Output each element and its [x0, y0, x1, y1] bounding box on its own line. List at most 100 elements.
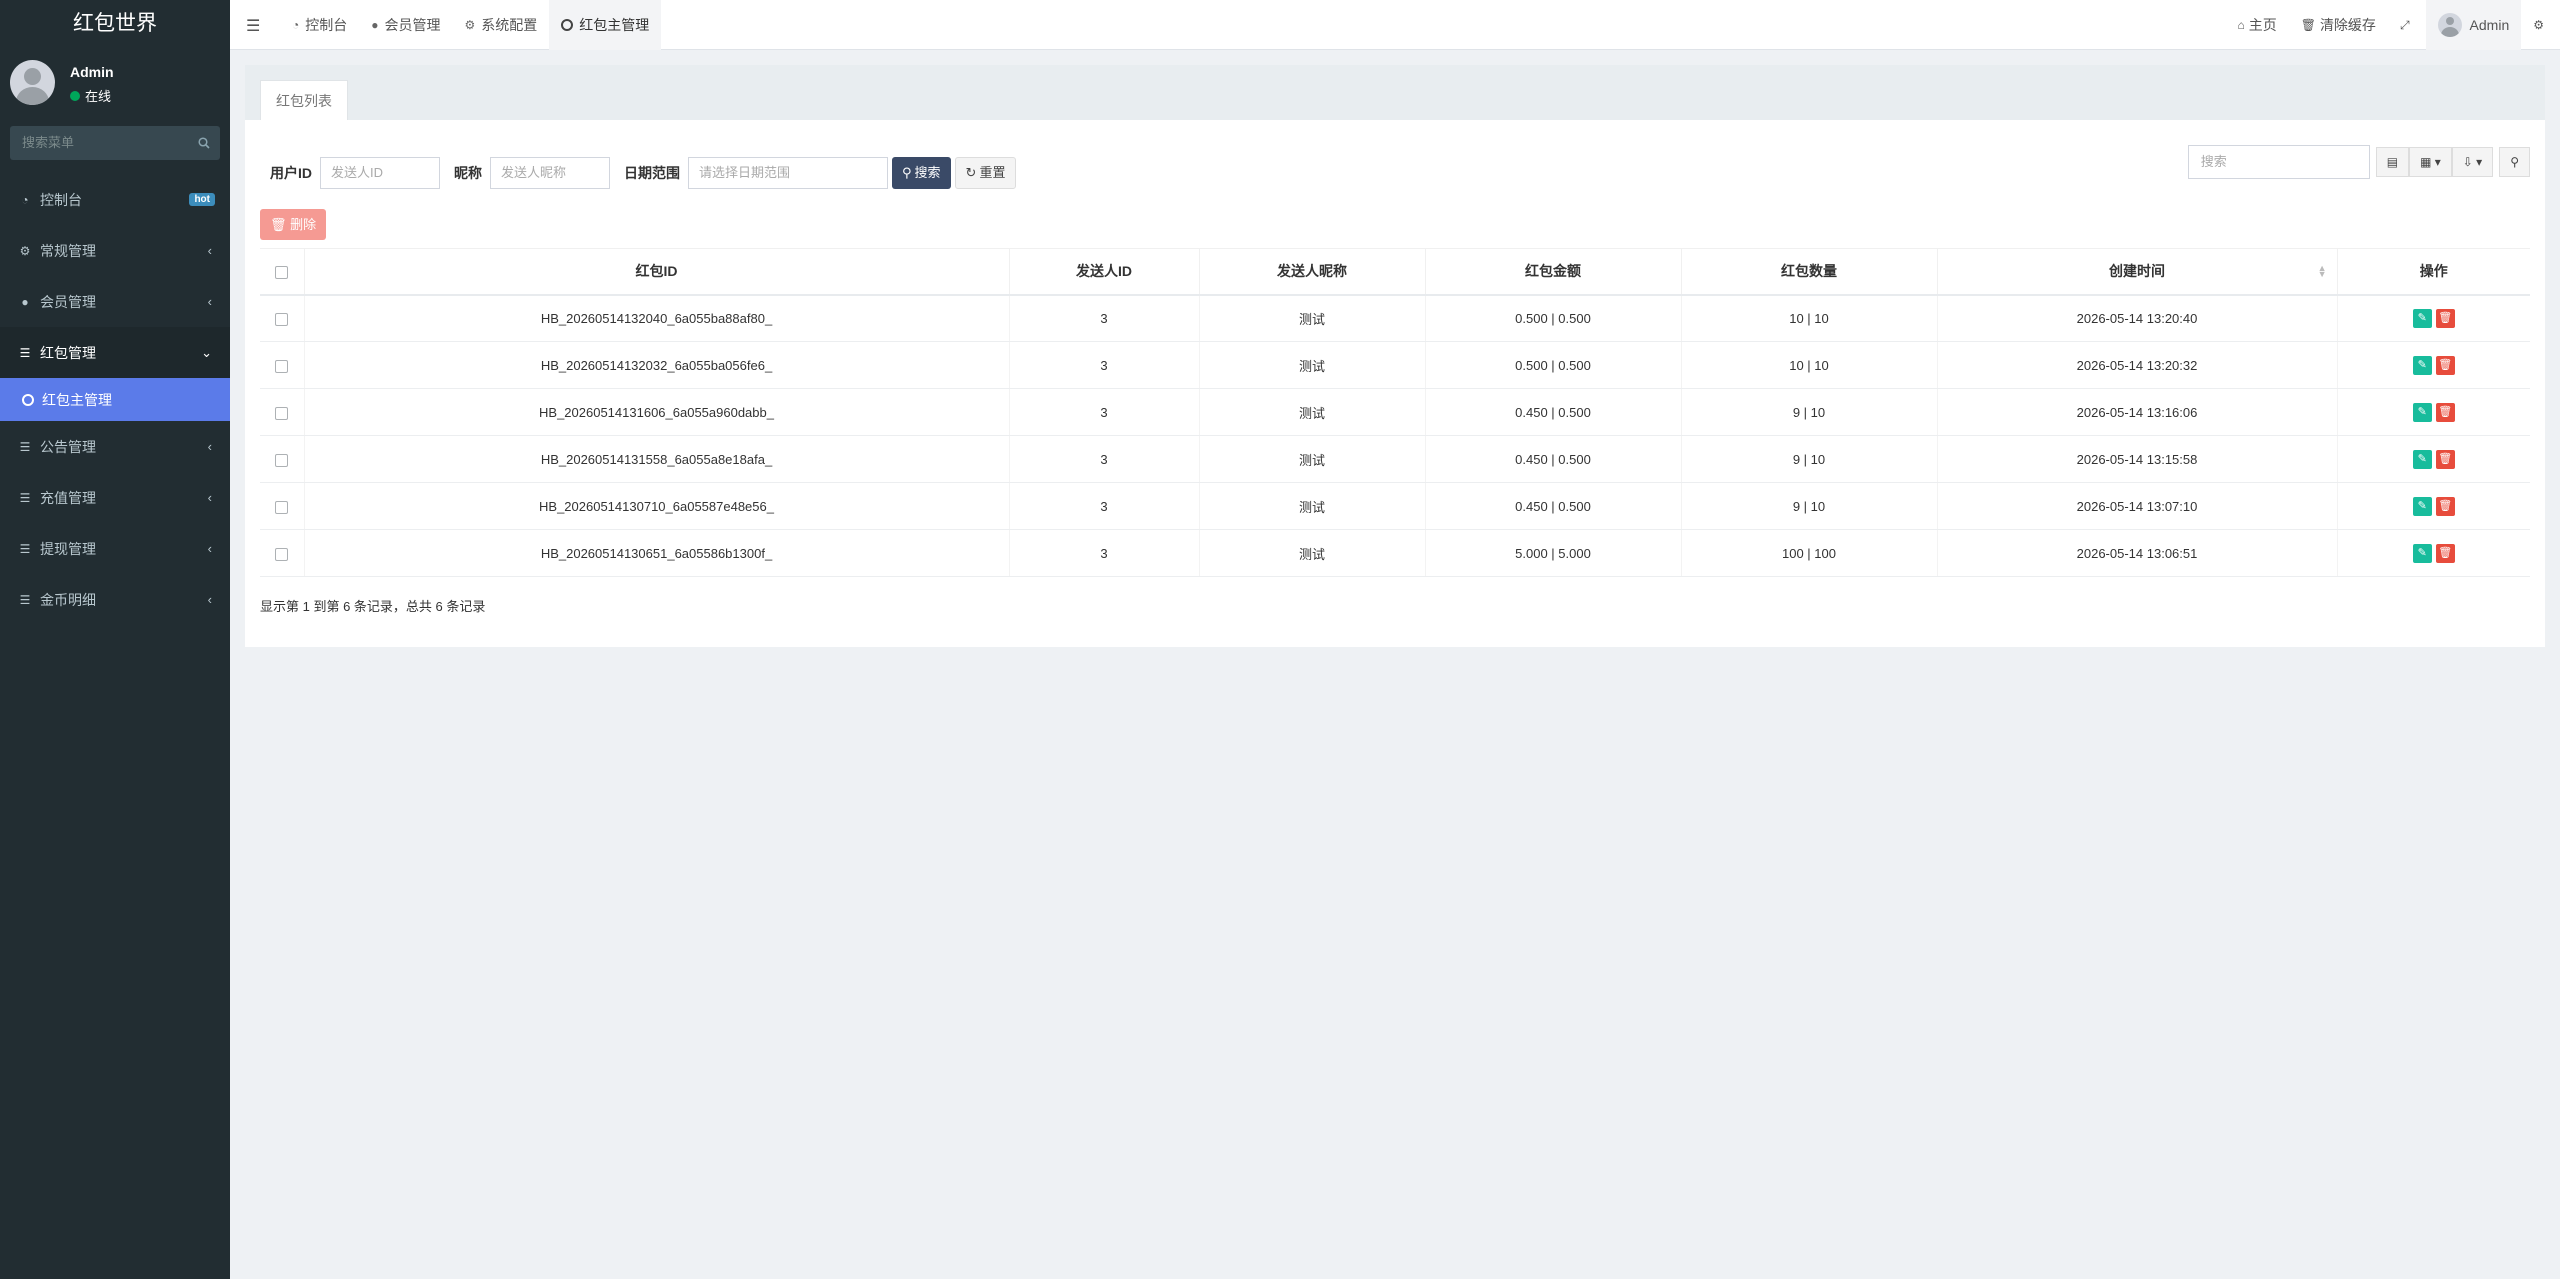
select-all-checkbox[interactable]	[275, 266, 289, 280]
export-button[interactable]: ⇩ ▾	[2451, 147, 2494, 177]
fullscreen-button[interactable]: ⤢	[2388, 0, 2426, 50]
delete-icon[interactable]: 🗑	[2435, 449, 2455, 469]
row-checkbox-cell[interactable]	[260, 388, 304, 436]
date-range-input[interactable]: 请选择日期范围	[688, 157, 888, 189]
cell-redpacket-id: HB_20260514132040_6a055ba88af80_	[303, 294, 1009, 342]
row-checkbox-cell[interactable]	[260, 482, 304, 530]
sidebar-item-redpacket[interactable]: ☰ 红包管理 ⌄	[0, 327, 230, 378]
tab-bar: ◔ 控制台 ● 会员管理 ⚙ 系统配置 红包主管理	[280, 0, 662, 50]
row-checkbox-cell[interactable]	[260, 435, 304, 483]
edit-icon[interactable]: ✎	[2412, 496, 2432, 516]
table-row: HB_20260514131558_6a055a8e18afa_ 3 测试 0.…	[260, 435, 2530, 483]
tab-redpacket-main[interactable]: 红包主管理	[549, 0, 662, 50]
cell-redpacket-id: HB_20260514130710_6a05587e48e56_	[303, 482, 1009, 530]
table-row: HB_20260514130710_6a05587e48e56_ 3 测试 0.…	[260, 482, 2530, 530]
toggle-view-button[interactable]: ▤	[2375, 147, 2410, 177]
table-icon: ▤	[2386, 155, 2399, 169]
table-row: HB_20260514131606_6a055a960dabb_ 3 测试 0.…	[260, 388, 2530, 436]
topbar: ☰ ◔ 控制台 ● 会员管理 ⚙ 系统配置 红包主管理 ⌂ 主页 🗑 清除缓存 …	[230, 0, 2560, 50]
list-icon: ☰	[19, 541, 31, 556]
edit-icon[interactable]: ✎	[2412, 355, 2432, 375]
edit-icon[interactable]: ✎	[2412, 543, 2432, 563]
cell-redpacket-id: HB_20260514131558_6a055a8e18afa_	[303, 435, 1009, 483]
sidebar-item-label: 提现管理	[40, 540, 96, 557]
sidebar-subitem-redpacket-main[interactable]: 红包主管理	[0, 378, 230, 421]
sidebar-item-withdraw[interactable]: ☰ 提现管理 ‹	[0, 523, 230, 574]
row-checkbox[interactable]	[275, 453, 289, 467]
clear-cache-button[interactable]: 🗑 清除缓存	[2289, 0, 2388, 50]
sidebar-item-general[interactable]: ⚙ 常规管理 ‹	[0, 225, 230, 276]
search-icon: ⚲	[902, 165, 912, 180]
delete-icon[interactable]: 🗑	[2435, 496, 2455, 516]
app-logo[interactable]: 红包世界	[0, 0, 230, 50]
cell-created-at: 2026-05-14 13:20:40	[1936, 294, 2337, 342]
cell-redpacket-id: HB_20260514132032_6a055ba056fe6_	[303, 341, 1009, 389]
edit-icon[interactable]: ✎	[2412, 402, 2432, 422]
list-icon: ☰	[19, 490, 31, 505]
row-checkbox[interactable]	[275, 500, 289, 514]
user-id-label: 用户ID	[270, 165, 312, 181]
table-search-input[interactable]: 搜索	[2187, 145, 2370, 179]
sort-icon[interactable]: ▲ ▼	[2318, 264, 2327, 279]
menu-search-placeholder: 搜索菜单	[22, 135, 75, 150]
cell-actions: ✎ 🗑	[2336, 294, 2530, 342]
user-menu-name: Admin	[2469, 17, 2510, 33]
sidebar-item-announcements[interactable]: ☰ 公告管理 ‹	[0, 421, 230, 472]
delete-icon[interactable]: 🗑	[2435, 543, 2455, 563]
col-header-sortable[interactable]: 创建时间 ▲ ▼	[1936, 248, 2337, 296]
user-status: 在线	[70, 86, 111, 105]
user-id-input[interactable]: 发送人ID	[320, 157, 440, 189]
cogs-icon: ⚙	[19, 243, 31, 258]
delete-icon[interactable]: 🗑	[2435, 308, 2455, 328]
select-all-cell[interactable]	[260, 248, 304, 296]
panel-header: 红包列表	[245, 65, 2545, 120]
search-icon[interactable]	[198, 137, 210, 149]
col-header: 红包数量	[1680, 248, 1937, 296]
user-menu[interactable]: Admin	[2425, 0, 2522, 50]
tab-settings[interactable]: ⚙ 系统配置	[453, 0, 550, 50]
sidebar-item-recharge[interactable]: ☰ 充值管理 ‹	[0, 472, 230, 523]
settings-button[interactable]: ⚙	[2521, 0, 2560, 50]
advanced-search-button[interactable]: ⚲	[2499, 147, 2530, 177]
list-icon: ☰	[19, 345, 31, 360]
sidebar-item-members[interactable]: ● 会员管理 ‹	[0, 276, 230, 327]
row-checkbox-cell[interactable]	[260, 341, 304, 389]
sidebar-item-coins[interactable]: ☰ 金币明细 ‹	[0, 574, 230, 625]
list-icon: ☰	[19, 439, 31, 454]
columns-button[interactable]: ▦ ▾	[2409, 147, 2452, 177]
row-checkbox[interactable]	[275, 312, 289, 326]
delete-icon[interactable]: 🗑	[2435, 355, 2455, 375]
cell-redpacket-id: HB_20260514130651_6a05586b1300f_	[303, 529, 1009, 577]
row-checkbox[interactable]	[275, 359, 289, 373]
table-toolbar: 搜索 ▤ ▦ ▾ ⇩ ▾ ⚲	[2187, 145, 2530, 179]
cell-sender-id: 3	[1008, 294, 1199, 342]
tab-dashboard[interactable]: ◔ 控制台	[280, 0, 359, 50]
row-checkbox-cell[interactable]	[260, 529, 304, 577]
tab-label: 控制台	[305, 17, 348, 33]
edit-icon[interactable]: ✎	[2412, 449, 2432, 469]
tab-members[interactable]: ● 会员管理	[359, 0, 452, 50]
cell-sender-id: 3	[1008, 388, 1199, 436]
row-checkbox-cell[interactable]	[260, 294, 304, 342]
tab-redpacket-list[interactable]: 红包列表	[260, 80, 348, 120]
cell-count: 100 | 100	[1680, 529, 1937, 577]
chevron-left-icon: ‹	[207, 592, 212, 607]
chevron-left-icon: ‹	[207, 490, 212, 505]
menu-toggle-icon[interactable]: ☰	[246, 16, 260, 36]
row-checkbox[interactable]	[275, 406, 289, 420]
nickname-input[interactable]: 发送人昵称	[490, 157, 610, 189]
col-header: 红包金额	[1424, 248, 1681, 296]
sidebar-menu: ◔ 控制台 hot ⚙ 常规管理 ‹ ● 会员管理 ‹ ☰ 红包管理 ⌄ 红包主…	[0, 174, 230, 625]
home-link[interactable]: ⌂ 主页	[2225, 0, 2288, 50]
search-button[interactable]: ⚲ 搜索	[892, 157, 951, 189]
edit-icon[interactable]: ✎	[2412, 308, 2432, 328]
cell-actions: ✎ 🗑	[2336, 529, 2530, 577]
delete-button[interactable]: 🗑 删除	[260, 209, 327, 240]
delete-icon[interactable]: 🗑	[2435, 402, 2455, 422]
table-row: HB_20260514132032_6a055ba056fe6_ 3 测试 0.…	[260, 341, 2530, 389]
row-checkbox[interactable]	[275, 547, 289, 561]
col-header: 红包ID	[303, 248, 1009, 296]
menu-search-input[interactable]: 搜索菜单	[10, 126, 220, 160]
sidebar-item-dashboard[interactable]: ◔ 控制台 hot	[0, 174, 230, 225]
reset-button[interactable]: ↻ 重置	[954, 157, 1017, 189]
